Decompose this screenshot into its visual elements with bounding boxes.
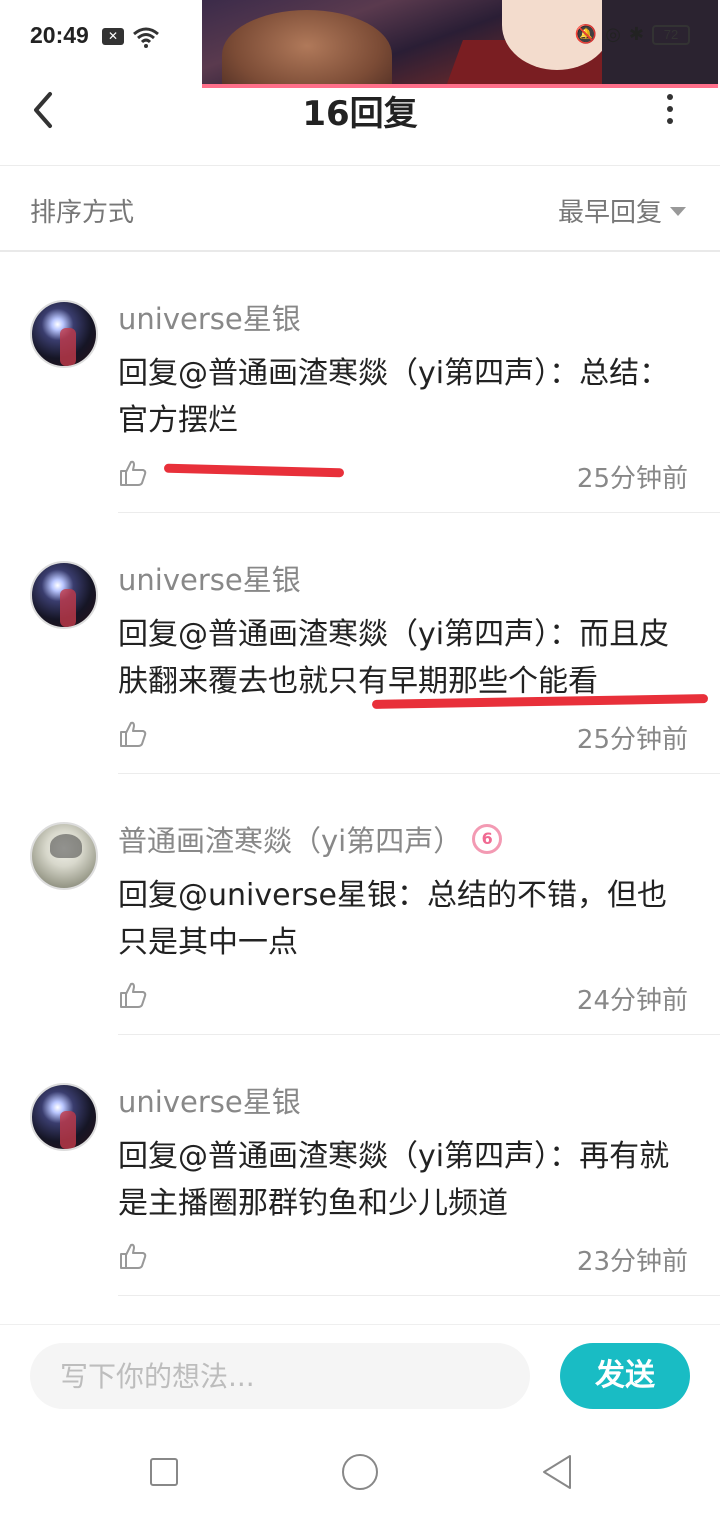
nav-back-icon[interactable] bbox=[540, 1452, 574, 1492]
status-bar: 20:49 ✕ 🔕 ◎ ✱ 72 bbox=[0, 0, 720, 88]
sort-dropdown[interactable]: 最早回复 bbox=[558, 192, 686, 229]
comment-username[interactable]: universe星银 bbox=[118, 1079, 301, 1121]
more-options-icon[interactable] bbox=[660, 94, 680, 124]
avatar[interactable] bbox=[30, 300, 98, 368]
comment-time: 25分钟前 bbox=[576, 725, 688, 755]
sort-label: 排序方式 bbox=[30, 198, 135, 228]
comment-username[interactable]: 普通画渣寒燚（yi第四声） 6 bbox=[118, 818, 503, 860]
recent-apps-icon[interactable] bbox=[150, 1458, 178, 1486]
system-nav-bar bbox=[0, 1432, 720, 1520]
wifi-icon bbox=[133, 27, 159, 48]
comment-list: universe星银 回复@普通画渣寒燚（yi第四声）：总结：官方摆烂 25分钟… bbox=[0, 252, 720, 1296]
reply-input[interactable] bbox=[30, 1343, 530, 1409]
avatar[interactable] bbox=[30, 1083, 98, 1151]
comment-content[interactable]: 回复@普通画渣寒燚（yi第四声）：总结：官方摆烂 bbox=[118, 350, 688, 444]
send-button[interactable]: 发送 bbox=[560, 1343, 690, 1409]
comment-item: universe星银 回复@普通画渣寒燚（yi第四声）：再有就是主播圈那群钓鱼和… bbox=[0, 1035, 720, 1296]
avatar[interactable] bbox=[30, 561, 98, 629]
app-header: 16回复 bbox=[0, 76, 720, 166]
avatar[interactable] bbox=[30, 822, 98, 890]
thumbs-up-icon[interactable] bbox=[118, 980, 148, 1010]
status-icons: 🔕 ◎ ✱ 72 bbox=[575, 24, 690, 45]
battery-icon: 72 bbox=[652, 24, 690, 45]
status-time: 20:49 bbox=[30, 22, 89, 48]
thumbs-up-icon[interactable] bbox=[118, 1241, 148, 1271]
sort-selected-value: 最早回复 bbox=[557, 198, 662, 228]
bluetooth-icon: ✱ bbox=[628, 24, 644, 45]
notification-icon: ✕ bbox=[102, 28, 124, 45]
comment-content[interactable]: 回复@普通画渣寒燚（yi第四声）：而且皮肤翻来覆去也就只有早期那些个能看 bbox=[118, 611, 688, 705]
comment-item: 普通画渣寒燚（yi第四声） 6 回复@universe星银：总结的不错，但也只是… bbox=[0, 774, 720, 1035]
home-icon[interactable] bbox=[342, 1454, 378, 1490]
divider bbox=[118, 1295, 720, 1296]
comment-item: universe星银 回复@普通画渣寒燚（yi第四声）：总结：官方摆烂 25分钟… bbox=[0, 252, 720, 513]
location-icon: ◎ bbox=[605, 24, 621, 45]
comment-item: universe星银 回复@普通画渣寒燚（yi第四声）：而且皮肤翻来覆去也就只有… bbox=[0, 513, 720, 774]
thumbs-up-icon[interactable] bbox=[118, 458, 148, 488]
username-text: universe星银 bbox=[118, 302, 301, 336]
sort-row: 排序方式 最早回复 bbox=[0, 166, 720, 252]
comment-time: 24分钟前 bbox=[576, 986, 688, 1016]
comment-time: 25分钟前 bbox=[576, 464, 688, 494]
level-badge: 6 bbox=[472, 824, 503, 854]
comment-username[interactable]: universe星银 bbox=[118, 296, 301, 338]
reply-input-bar: 发送 bbox=[0, 1324, 720, 1432]
red-underline-annotation bbox=[163, 463, 345, 478]
mute-bell-icon: 🔕 bbox=[574, 24, 598, 45]
comment-content[interactable]: 回复@universe星银：总结的不错，但也只是其中一点 bbox=[118, 872, 688, 966]
chevron-down-icon bbox=[670, 207, 686, 216]
thumbs-up-icon[interactable] bbox=[118, 719, 148, 749]
comment-content[interactable]: 回复@普通画渣寒燚（yi第四声）：再有就是主播圈那群钓鱼和少儿频道 bbox=[118, 1133, 688, 1227]
username-text: universe星银 bbox=[118, 1085, 301, 1119]
comment-username[interactable]: universe星银 bbox=[118, 557, 301, 599]
comment-time: 23分钟前 bbox=[576, 1247, 688, 1277]
username-text: 普通画渣寒燚（yi第四声） bbox=[118, 824, 463, 858]
username-text: universe星银 bbox=[118, 563, 301, 597]
page-title: 16回复 bbox=[302, 94, 418, 134]
